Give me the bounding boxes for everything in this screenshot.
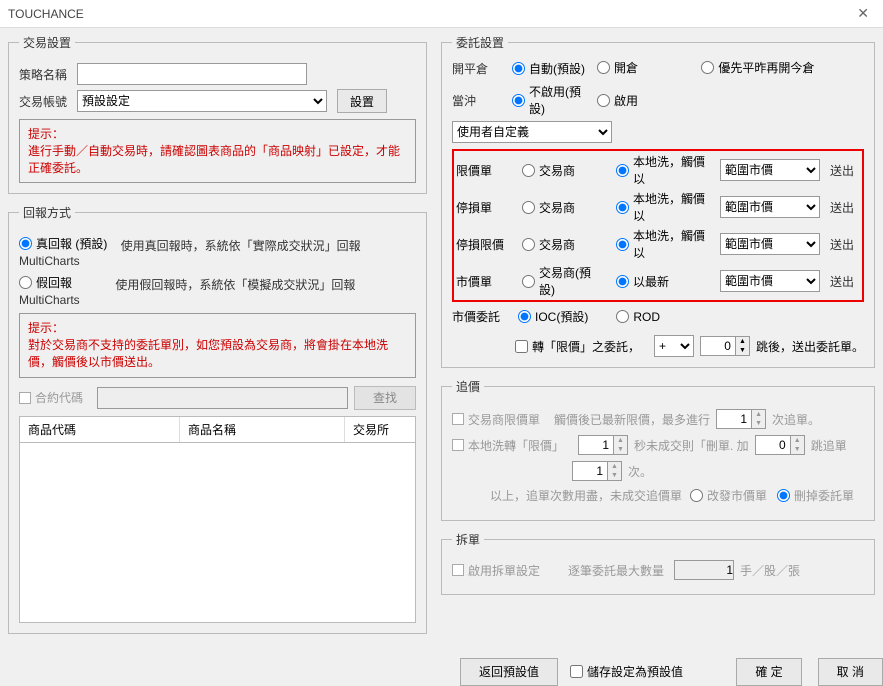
tick-spinner[interactable]: ▲▼ bbox=[700, 336, 750, 356]
sel-3[interactable]: 範圍市價 bbox=[720, 270, 820, 292]
split-enable-cb[interactable]: 啟用拆單設定 bbox=[452, 562, 540, 579]
radio-broker-3[interactable]: 交易商(預設) bbox=[522, 264, 602, 298]
close-icon[interactable]: ✕ bbox=[851, 5, 875, 22]
trans-settings: 交易設置 策略名稱 交易帳號 預設設定 設置 提示： 進行手動／自動交易時，請確… bbox=[8, 34, 427, 194]
reset-button[interactable]: 返回預設值 bbox=[460, 658, 558, 686]
radio-local-3[interactable]: 以最新 bbox=[616, 273, 706, 290]
split-max-input[interactable] bbox=[674, 560, 734, 580]
order-settings: 委託設置 開平倉 自動(預設) 開倉 優先平昨再開今倉 當沖 不啟用(預設) 啟… bbox=[441, 34, 875, 368]
radio-fake[interactable]: 假回報 bbox=[19, 274, 72, 291]
account-label: 交易帳號 bbox=[19, 93, 77, 110]
openclose-label: 開平倉 bbox=[452, 60, 512, 77]
split-legend: 拆單 bbox=[452, 531, 484, 548]
contract-input[interactable] bbox=[97, 387, 348, 409]
trans-legend: 交易設置 bbox=[19, 34, 75, 51]
chase-count-1[interactable]: ▲▼ bbox=[716, 409, 766, 429]
convert-tail: 跳後，送出委託單。 bbox=[756, 338, 864, 355]
radio-ioc[interactable]: IOC(預設) bbox=[518, 308, 588, 325]
strategy-name-input[interactable] bbox=[77, 63, 307, 85]
account-select[interactable]: 預設設定 bbox=[77, 90, 327, 112]
window-title: TOUCHANCE bbox=[8, 7, 851, 21]
sel-1[interactable]: 範圍市價 bbox=[720, 196, 820, 218]
table-body bbox=[19, 443, 416, 623]
contract-checkbox[interactable]: 合約代碼 bbox=[19, 389, 83, 406]
label-limit: 限價單 bbox=[456, 162, 518, 179]
report-legend: 回報方式 bbox=[19, 204, 75, 221]
chase-add[interactable]: ▲▼ bbox=[755, 435, 805, 455]
radio-real[interactable]: 真回報 (預設) bbox=[19, 235, 107, 252]
table-head: 商品代碼 商品名稱 交易所 bbox=[19, 416, 416, 443]
custom-select[interactable]: 使用者自定義 bbox=[452, 121, 612, 143]
radio-rod[interactable]: ROD bbox=[616, 310, 660, 324]
radio-tomarket[interactable]: 改發市價單 bbox=[690, 487, 767, 504]
radio-broker-0[interactable]: 交易商 bbox=[522, 162, 602, 179]
order-redbox: 限價單 交易商 本地洗，觸價以 範圍市價 送出 停損單 交易商 本地洗，觸價以 … bbox=[452, 149, 864, 302]
convert-checkbox[interactable]: 轉「限價」之委託， bbox=[515, 338, 640, 355]
report-hint: 提示： 對於交易商不支持的委託單別，如您預設為交易商，將會掛在本地洗價，觸價後以… bbox=[19, 313, 416, 377]
send-1: 送出 bbox=[824, 199, 860, 216]
chase-count-2[interactable]: ▲▼ bbox=[572, 461, 622, 481]
radio-disable[interactable]: 不啟用(預設) bbox=[512, 83, 587, 117]
label-stoplimit: 停損限價 bbox=[456, 236, 518, 253]
cancel-button[interactable]: 取 消 bbox=[818, 658, 883, 686]
radio-enable[interactable]: 啟用 bbox=[597, 92, 854, 109]
sel-0[interactable]: 範圍市價 bbox=[720, 159, 820, 181]
radio-broker-2[interactable]: 交易商 bbox=[522, 236, 602, 253]
sel-2[interactable]: 範圍市價 bbox=[720, 233, 820, 255]
radio-cancelorder[interactable]: 刪掉委託單 bbox=[777, 487, 854, 504]
marketorder-label: 市價委託 bbox=[452, 308, 500, 325]
label-stop: 停損單 bbox=[456, 199, 518, 216]
set-button[interactable]: 設置 bbox=[337, 89, 387, 113]
chase-legend: 追價 bbox=[452, 378, 484, 395]
radio-local-1[interactable]: 本地洗，觸價以 bbox=[616, 190, 706, 224]
radio-local-0[interactable]: 本地洗，觸價以 bbox=[616, 153, 706, 187]
save-default-cb[interactable]: 儲存設定為預設值 bbox=[570, 663, 683, 680]
send-3: 送出 bbox=[824, 273, 860, 290]
plusminus-select[interactable]: + bbox=[654, 335, 694, 357]
order-legend: 委託設置 bbox=[452, 34, 508, 51]
radio-broker-1[interactable]: 交易商 bbox=[522, 199, 602, 216]
daytrade-label: 當沖 bbox=[452, 92, 512, 109]
radio-auto[interactable]: 自動(預設) bbox=[512, 60, 587, 77]
ok-button[interactable]: 確 定 bbox=[736, 658, 801, 686]
label-market: 市價單 bbox=[456, 273, 518, 290]
send-0: 送出 bbox=[824, 162, 860, 179]
radio-local-2[interactable]: 本地洗，觸價以 bbox=[616, 227, 706, 261]
search-button[interactable]: 查找 bbox=[354, 386, 416, 410]
radio-closefirst[interactable]: 優先平昨再開今倉 bbox=[701, 59, 814, 76]
report-mode: 回報方式 真回報 (預設) 使用真回報時，系統依「實際成交狀況」回報 Multi… bbox=[8, 204, 427, 633]
broker-limit-cb[interactable]: 交易商限價單 bbox=[452, 411, 540, 428]
split-settings: 拆單 啟用拆單設定 逐筆委託最大數量 手／股／張 bbox=[441, 531, 875, 595]
local-limit-cb[interactable]: 本地洗轉「限價」 bbox=[452, 437, 564, 454]
radio-open[interactable]: 開倉 bbox=[597, 59, 638, 76]
strategy-label: 策略名稱 bbox=[19, 66, 77, 83]
trans-hint: 提示： 進行手動／自動交易時，請確認圖表商品的「商品映射」已設定，才能正確委託。 bbox=[19, 119, 416, 183]
chase-settings: 追價 交易商限價單 觸價後已最新限價，最多進行 ▲▼ 次追單。 本地洗轉「限價」… bbox=[441, 378, 875, 521]
chase-sec[interactable]: ▲▼ bbox=[578, 435, 628, 455]
send-2: 送出 bbox=[824, 236, 860, 253]
